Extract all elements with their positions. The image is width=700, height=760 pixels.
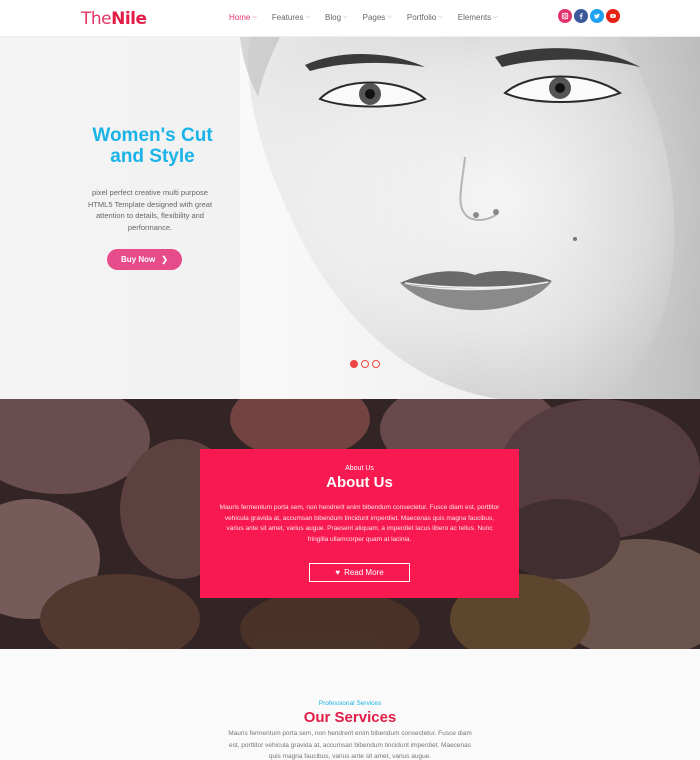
about-card: About Us About Us Mauris fermentum porta… xyxy=(200,449,519,598)
site-logo[interactable]: TheNile xyxy=(81,9,147,29)
logo-text-the: The xyxy=(81,9,112,29)
services-kicker: Professional Services xyxy=(318,700,382,707)
nav-item-elements[interactable]: Elements ⌵ xyxy=(458,13,498,22)
nav-item-label: Portfolio xyxy=(406,13,437,22)
read-more-button[interactable]: ♥ Read More xyxy=(309,563,410,582)
main-nav: Home ⌵ Features ⌵ Blog ⌵ Pages ⌵ Portfolio ⌵ … xyxy=(229,13,513,22)
slider-dot-1[interactable] xyxy=(350,360,358,368)
buy-now-label: Buy Now xyxy=(121,255,156,264)
slider-pagination xyxy=(350,360,380,368)
youtube-icon[interactable] xyxy=(606,9,620,23)
slider-dot-2[interactable] xyxy=(361,360,369,368)
facebook-icon[interactable] xyxy=(574,9,588,23)
chevron-down-icon: ⌵ xyxy=(252,14,257,20)
nav-item-label: Features xyxy=(271,13,304,22)
nav-item-label: Home xyxy=(229,13,251,22)
hero-portrait-image xyxy=(240,37,700,399)
nav-item-label: Blog xyxy=(325,13,342,22)
nav-item-pages[interactable]: Pages ⌵ xyxy=(363,13,392,22)
chevron-down-icon: ⌵ xyxy=(493,14,498,20)
twitter-icon[interactable] xyxy=(590,9,604,23)
chevron-down-icon: ⌵ xyxy=(343,14,348,20)
slider-dot-3[interactable] xyxy=(372,360,380,368)
buy-now-button[interactable]: Buy Now ❯ xyxy=(107,249,182,270)
site-header: TheNile Home ⌵ Features ⌵ Blog ⌵ Pages ⌵ Por… xyxy=(0,0,700,37)
nav-item-label: Pages xyxy=(362,13,386,22)
chevron-down-icon: ⌵ xyxy=(387,14,392,20)
chevron-down-icon: ⌵ xyxy=(305,14,311,20)
chevron-down-icon: ⌵ xyxy=(438,14,443,20)
hero-description: pixel perfect creative multi purpose HTM… xyxy=(87,188,213,232)
services-text: Mauris fermentum porta sem, non hendreri… xyxy=(228,730,472,760)
hero-title: Women's Cut and Style xyxy=(92,125,213,167)
instagram-icon[interactable] xyxy=(558,9,572,23)
nav-item-label: Elements xyxy=(457,13,492,22)
nav-item-blog[interactable]: Blog ⌵ xyxy=(325,13,348,22)
nav-item-features[interactable]: Features ⌵ xyxy=(272,13,310,22)
about-section: About Us About Us Mauris fermentum porta… xyxy=(0,399,700,649)
read-more-label: Read More xyxy=(344,568,384,577)
hero-slider: Women's Cut and Style pixel perfect crea… xyxy=(0,37,700,399)
logo-text-nile: Nile xyxy=(111,9,147,29)
about-text: Mauris fermentum porta sem, non hendreri… xyxy=(219,504,500,543)
nav-item-home[interactable]: Home ⌵ xyxy=(229,13,257,22)
nav-item-portfolio[interactable]: Portfolio ⌵ xyxy=(407,13,443,22)
social-links xyxy=(558,9,620,23)
services-section: Professional Services Our Services Mauri… xyxy=(0,649,700,760)
heart-icon: ♥ xyxy=(335,568,341,577)
about-kicker: About Us xyxy=(345,465,374,472)
about-title: About Us xyxy=(326,474,393,491)
services-title: Our Services xyxy=(303,709,397,726)
chevron-right-icon: ❯ xyxy=(161,255,168,264)
